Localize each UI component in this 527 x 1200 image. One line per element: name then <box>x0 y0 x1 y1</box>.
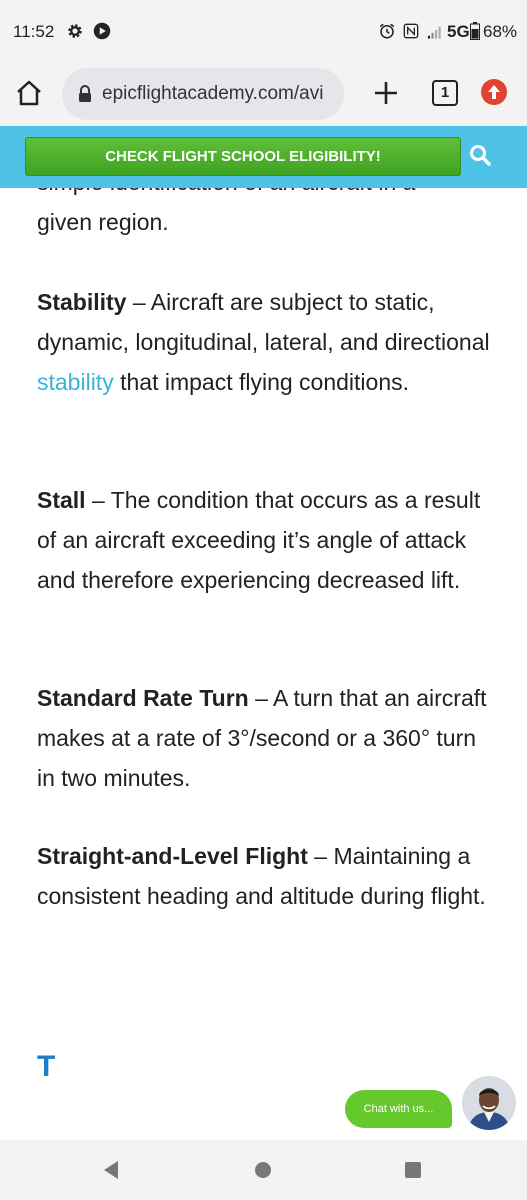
stability-link[interactable]: stability <box>37 369 114 395</box>
chat-button[interactable]: Chat with us... <box>345 1090 452 1128</box>
nfc-icon <box>403 23 419 39</box>
gear-icon <box>68 24 82 38</box>
glossary-entry-standard-rate-turn: Standard Rate Turn – A turn that an airc… <box>37 678 497 798</box>
glossary-term: Stability <box>37 289 127 315</box>
status-time: 11:52 <box>13 22 55 41</box>
intro-tail-text: given region. <box>37 209 169 235</box>
status-bar: 11:52 5G 68% <box>0 0 527 62</box>
battery-icon <box>470 22 480 40</box>
battery-percent: 68% <box>483 22 518 41</box>
url-text[interactable]: epicflightacademy.com/avi <box>102 83 342 105</box>
chat-avatar[interactable] <box>462 1076 516 1130</box>
search-icon[interactable] <box>468 143 492 167</box>
alarm-icon <box>379 23 395 39</box>
glossary-entry-straight-and-level: Straight-and-Level Flight – Maintaining … <box>37 836 497 916</box>
browser-screen: 11:52 5G 68% epicflightacademy.com/avi 1… <box>0 0 527 1200</box>
check-eligibility-button[interactable]: CHECK FLIGHT SCHOOL ELIGIBILITY! <box>25 137 461 176</box>
glossary-definition-end: that impact flying conditions. <box>113 369 410 395</box>
glossary-term: Straight-and-Level Flight <box>37 843 308 869</box>
signal-icon <box>427 26 441 39</box>
back-icon[interactable] <box>102 1160 120 1180</box>
glossary-definition: – The condition that occurs as a result … <box>37 487 481 593</box>
eligibility-banner: CHECK FLIGHT SCHOOL ELIGIBILITY! <box>0 126 527 188</box>
address-bar[interactable]: epicflightacademy.com/avi <box>62 68 344 120</box>
home-circle-icon[interactable] <box>254 1161 272 1179</box>
glossary-entry-stability: Stability – Aircraft are subject to stat… <box>37 282 497 402</box>
network-type: 5G <box>447 22 470 41</box>
home-icon[interactable] <box>14 78 44 108</box>
tab-switcher-button[interactable]: 1 <box>432 80 458 106</box>
glossary-entry-stall: Stall – The condition that occurs as a r… <box>37 480 497 600</box>
article-content: simple identification of an aircraft in … <box>0 188 527 1152</box>
system-nav-bar <box>0 1140 527 1200</box>
glossary-term: Standard Rate Turn <box>37 685 249 711</box>
lock-icon <box>79 85 91 102</box>
browser-toolbar: epicflightacademy.com/avi 1 <box>0 62 527 126</box>
update-icon[interactable] <box>480 78 508 106</box>
glossary-term: Stall <box>37 487 86 513</box>
section-heading-t: T <box>37 1050 56 1083</box>
play-icon <box>93 22 111 40</box>
plus-icon[interactable] <box>372 79 400 107</box>
cut-off-text: simple identification of an aircraft in … <box>37 188 415 202</box>
recents-icon[interactable] <box>404 1161 422 1179</box>
